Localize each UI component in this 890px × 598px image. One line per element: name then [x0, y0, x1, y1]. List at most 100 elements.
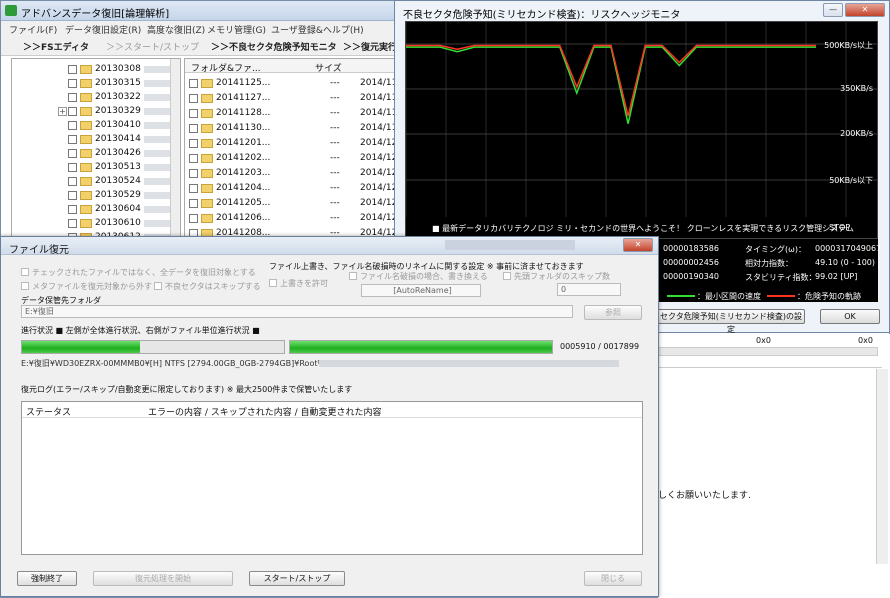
list-item[interactable]: 20141128... --- 2014/11/2	[185, 106, 403, 121]
monitor-settings-button[interactable]: セクタ危険予知(ミリセカンド検査)の設定	[657, 309, 805, 334]
tree-item[interactable]: 20130426	[12, 147, 174, 161]
fs-editor-button[interactable]: ＞＞FSエディタ	[23, 40, 89, 53]
list-item[interactable]: 20141202... --- 2014/12/0	[185, 151, 403, 166]
tree-scrollbar[interactable]	[170, 59, 180, 242]
skip-head-folder-checkbox[interactable]: 先頭フォルダのスキップ数	[503, 271, 610, 282]
rename-broken-checkbox[interactable]: ファイル名破損の場合、書き換える	[349, 271, 488, 282]
list-item-checkbox[interactable]	[189, 94, 198, 103]
list-item[interactable]: 20141125... --- 2014/11/2	[185, 76, 403, 91]
file-list[interactable]: フォルダ&ファ... サイズ 20141125... --- 2014/11/2 20…	[184, 58, 404, 243]
menu-recovery-settings[interactable]: データ復旧設定(R)	[65, 23, 141, 36]
column-value-b: 0x0	[858, 336, 873, 345]
y-label-500: 500KB/s以上	[824, 41, 873, 50]
column-size-header[interactable]: サイズ	[315, 61, 342, 74]
close-button[interactable]: 閉じる	[584, 571, 642, 586]
minimize-icon[interactable]: —	[823, 3, 843, 17]
list-item-checkbox[interactable]	[189, 199, 198, 208]
restore-run-button[interactable]: ＞＞復元実行	[343, 40, 397, 53]
skip-bad-sector-checkbox[interactable]: 不良セクタはスキップする	[154, 281, 261, 292]
horizontal-scrollbar[interactable]	[658, 347, 878, 356]
list-item[interactable]: 20141130... --- 2014/11/3	[185, 121, 403, 136]
close-icon[interactable]: ✕	[845, 3, 885, 17]
restore-close-icon[interactable]: ✕	[623, 238, 653, 252]
tree-item-checkbox[interactable]	[68, 191, 77, 200]
file-restore-dialog: ファイル復元 ✕ チェックされたファイルではなく、全データを復旧対象とする メタ…	[0, 236, 659, 597]
legend-red-label: ：危険予知の軌跡	[797, 292, 861, 301]
allow-overwrite-label: 上書きを許可	[280, 279, 328, 288]
tree-item-label: 20130410	[95, 120, 141, 130]
tree-item[interactable]: 20130513	[12, 161, 174, 175]
start-restore-button[interactable]: 復元処理を開始	[93, 571, 233, 586]
menu-help[interactable]: ユーザ登録&ヘルプ(H)	[271, 23, 364, 36]
list-item-checkbox[interactable]	[189, 124, 198, 133]
list-item[interactable]: 20141205... --- 2014/12/0	[185, 196, 403, 211]
allow-overwrite-checkbox[interactable]: 上書きを許可	[269, 278, 328, 289]
app-icon	[5, 5, 17, 16]
start-stop-button[interactable]: スタート/ストップ	[249, 571, 345, 586]
list-item-checkbox[interactable]	[189, 109, 198, 118]
tree-item-checkbox[interactable]	[68, 163, 77, 172]
force-stop-button[interactable]: 強制終了	[17, 571, 77, 586]
bad-sector-monitor-button[interactable]: ＞＞不良セクタ危険予知モニタ	[211, 40, 337, 53]
list-item-checkbox[interactable]	[189, 214, 198, 223]
tree-item-label: 20130604	[95, 204, 141, 214]
tree-item[interactable]: 20130410	[12, 119, 174, 133]
tree-item[interactable]: 20130414	[12, 133, 174, 147]
tree-item[interactable]: 20130322	[12, 91, 174, 105]
tree-item[interactable]: 20130308	[12, 63, 174, 77]
tree-item-label: 20130315	[95, 78, 141, 88]
list-item[interactable]: 20141203... --- 2014/12/0	[185, 166, 403, 181]
list-item-checkbox[interactable]	[189, 79, 198, 88]
tree-item-checkbox[interactable]	[68, 107, 77, 116]
menu-file[interactable]: ファイル(F)	[9, 23, 57, 36]
exclude-meta-checkbox[interactable]: メタファイルを復元対象から外す	[21, 281, 152, 292]
skip-count-select[interactable]: 0	[557, 283, 621, 296]
stop-label: STOP	[829, 223, 851, 232]
list-item-checkbox[interactable]	[189, 169, 198, 178]
folder-tree[interactable]: 20130308 20130315 20130322 +20130329 2013041…	[11, 58, 181, 243]
tree-item[interactable]: 20130610	[12, 217, 174, 231]
legend-green-swatch	[667, 295, 695, 297]
tree-item[interactable]: 20130315	[12, 77, 174, 91]
list-item[interactable]: 20141204... --- 2014/12/0	[185, 181, 403, 196]
list-item[interactable]: 20141206... --- 2014/12/0	[185, 211, 403, 226]
all-data-checkbox[interactable]: チェックされたファイルではなく、全データを復旧対象とする	[21, 267, 256, 278]
start-stop-toolbar-button[interactable]: ＞＞スタート/ストップ	[106, 40, 199, 53]
list-item[interactable]: 20141127... --- 2014/11/2	[185, 91, 403, 106]
list-item[interactable]: 20141201... --- 2014/12/0	[185, 136, 403, 151]
tree-item-checkbox[interactable]	[68, 65, 77, 74]
list-item-size: ---	[330, 153, 340, 163]
tree-item[interactable]: 20130524	[12, 175, 174, 189]
browse-button[interactable]: 参照	[584, 305, 642, 320]
folder-icon	[201, 124, 213, 133]
tree-item-checkbox[interactable]	[68, 93, 77, 102]
restore-log-table[interactable]: ステータス エラーの内容 / スキップされた内容 / 自動変更された内容	[21, 401, 643, 555]
column-name-header[interactable]: フォルダ&ファ...	[191, 61, 261, 74]
list-item-checkbox[interactable]	[189, 184, 198, 193]
tree-item-checkbox[interactable]	[68, 177, 77, 186]
window-controls: — ✕	[823, 3, 887, 17]
list-item-size: ---	[330, 138, 340, 148]
tree-item-checkbox[interactable]	[68, 219, 77, 228]
tree-item-checkbox[interactable]	[68, 79, 77, 88]
tree-item-label: 20130610	[95, 218, 141, 228]
menu-advanced-recovery[interactable]: 高度な復旧(Z)	[147, 23, 205, 36]
list-item-checkbox[interactable]	[189, 139, 198, 148]
tree-item[interactable]: 20130529	[12, 189, 174, 203]
tree-item[interactable]: +20130329	[12, 105, 174, 119]
tree-item-checkbox[interactable]	[68, 121, 77, 130]
blurred-title-area	[445, 240, 575, 250]
tree-item-checkbox[interactable]	[68, 205, 77, 214]
legend-green-label: ：最小区間の速度	[697, 292, 761, 301]
ok-button[interactable]: OK	[820, 309, 880, 324]
log-scrollbar[interactable]	[876, 369, 888, 564]
menu-memory[interactable]: メモリ管理(G)	[207, 23, 266, 36]
list-item-checkbox[interactable]	[189, 154, 198, 163]
tree-item[interactable]: 20130604	[12, 203, 174, 217]
tree-item-checkbox[interactable]	[68, 149, 77, 158]
list-item-name: 20141201...	[216, 138, 271, 148]
tree-item-checkbox[interactable]	[68, 135, 77, 144]
rename-pattern-field[interactable]: [AutoReName]	[361, 284, 481, 297]
dest-folder-field[interactable]: E:¥復旧	[21, 305, 573, 318]
expand-icon[interactable]: +	[58, 107, 67, 116]
